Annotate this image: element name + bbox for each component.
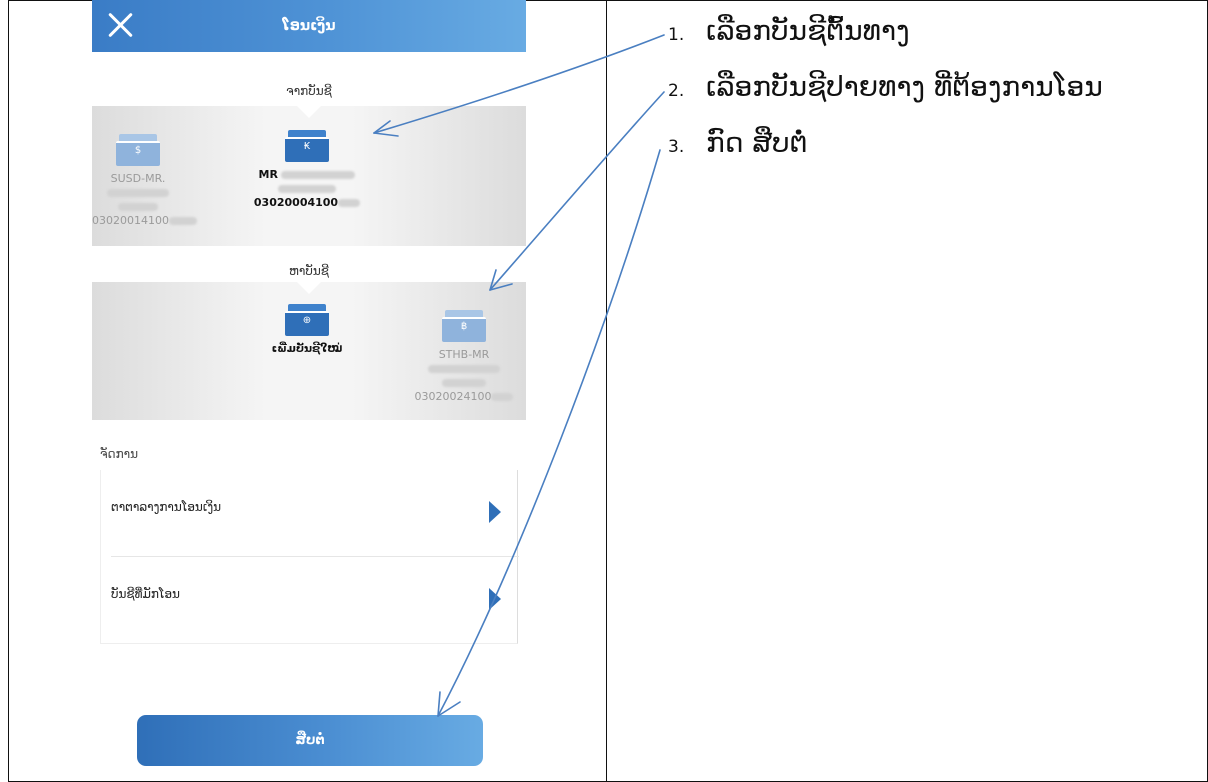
from-account-carousel[interactable]: $ SUSD-MR. 03020014100 ₭ MR 03020004100	[92, 106, 526, 246]
menu-item-transfer-schedule[interactable]: ຕາຕາລາງການໂອນເງິນ	[101, 470, 519, 557]
baht-card-icon: ฿	[442, 310, 486, 342]
table-column-divider	[606, 0, 607, 782]
account-name: STHB-MR	[438, 348, 490, 361]
manage-menu: ຕາຕາລາງການໂອນເງິນ ບັນຊີທີ່ມັກໂອນ	[100, 470, 519, 644]
phone-screen: ໂອນເງິນ ຈາກບັນຊີ $ SUSD-MR. 03020014100 …	[92, 0, 526, 782]
next-button-label: ສືບຕໍ່	[295, 733, 325, 748]
chevron-right-icon	[489, 588, 501, 610]
add-card-icon: ⊕	[285, 304, 329, 336]
chevron-right-icon	[489, 501, 501, 523]
add-account-label: ເພີ່ມບັນຊີໃໝ່	[271, 342, 343, 355]
add-new-account-card[interactable]: ⊕ ເພີ່ມບັນຊີໃໝ່	[240, 304, 374, 356]
menu-item-favorite-accounts[interactable]: ບັນຊີທີ່ມັກໂອນ	[101, 557, 519, 644]
dollar-card-icon: $	[116, 134, 160, 166]
account-card-kip[interactable]: ₭ MR 03020004100	[242, 130, 372, 210]
step-number: 2.	[668, 81, 685, 101]
menu-item-label: ຕາຕາລາງການໂອນເງິນ	[111, 500, 222, 514]
step-number: 3.	[668, 137, 685, 157]
redacted-text	[402, 376, 526, 390]
account-card-sthb[interactable]: ฿ STHB-MR 03020024100	[402, 310, 526, 404]
redacted-text	[92, 186, 184, 200]
step-text: ເລືອກບັນຊີຕົ້ນທາງ	[706, 14, 910, 47]
account-name: SUSD-MR.	[110, 172, 166, 185]
from-account-label: ຈາກບັນຊີ	[286, 84, 332, 98]
to-account-carousel[interactable]: ⊕ ເພີ່ມບັນຊີໃໝ່ ฿ STHB-MR 03020024100	[92, 282, 526, 420]
selection-pointer	[297, 106, 321, 118]
menu-item-label: ບັນຊີທີ່ມັກໂອນ	[111, 587, 180, 601]
instruction-step-2: 2. ເລືອກບັນຊີປາຍທາງ ທີ່ຕ້ອງການໂອນ	[668, 70, 1103, 103]
step-text: ເລືອກບັນຊີປາຍທາງ ທີ່ຕ້ອງການໂອນ	[706, 70, 1103, 103]
manage-section-label: ຈັດການ	[100, 447, 138, 461]
step-text: ກົດ ສືບຕໍ່	[706, 126, 808, 159]
kip-card-icon: ₭	[285, 130, 329, 162]
account-number: 03020024100	[414, 390, 492, 403]
instruction-step-1: 1. ເລືອກບັນຊີຕົ້ນທາງ	[668, 14, 910, 47]
account-card-susd[interactable]: $ SUSD-MR. 03020014100	[92, 134, 197, 228]
app-header: ໂອນເງິນ	[92, 0, 526, 52]
account-name: MR	[258, 168, 278, 181]
header-title: ໂອນເງິນ	[282, 18, 336, 34]
next-button[interactable]: ສືບຕໍ່	[137, 715, 483, 766]
redacted-text	[92, 200, 184, 214]
redacted-text	[242, 182, 372, 196]
account-number: 03020014100	[92, 214, 169, 227]
redacted-text	[402, 362, 526, 376]
selection-pointer	[297, 282, 321, 294]
to-account-label: ຫາບັນຊີ	[289, 264, 329, 278]
account-number: 03020004100	[253, 196, 339, 209]
instruction-step-3: 3. ກົດ ສືບຕໍ່	[668, 126, 808, 159]
step-number: 1.	[668, 25, 685, 45]
